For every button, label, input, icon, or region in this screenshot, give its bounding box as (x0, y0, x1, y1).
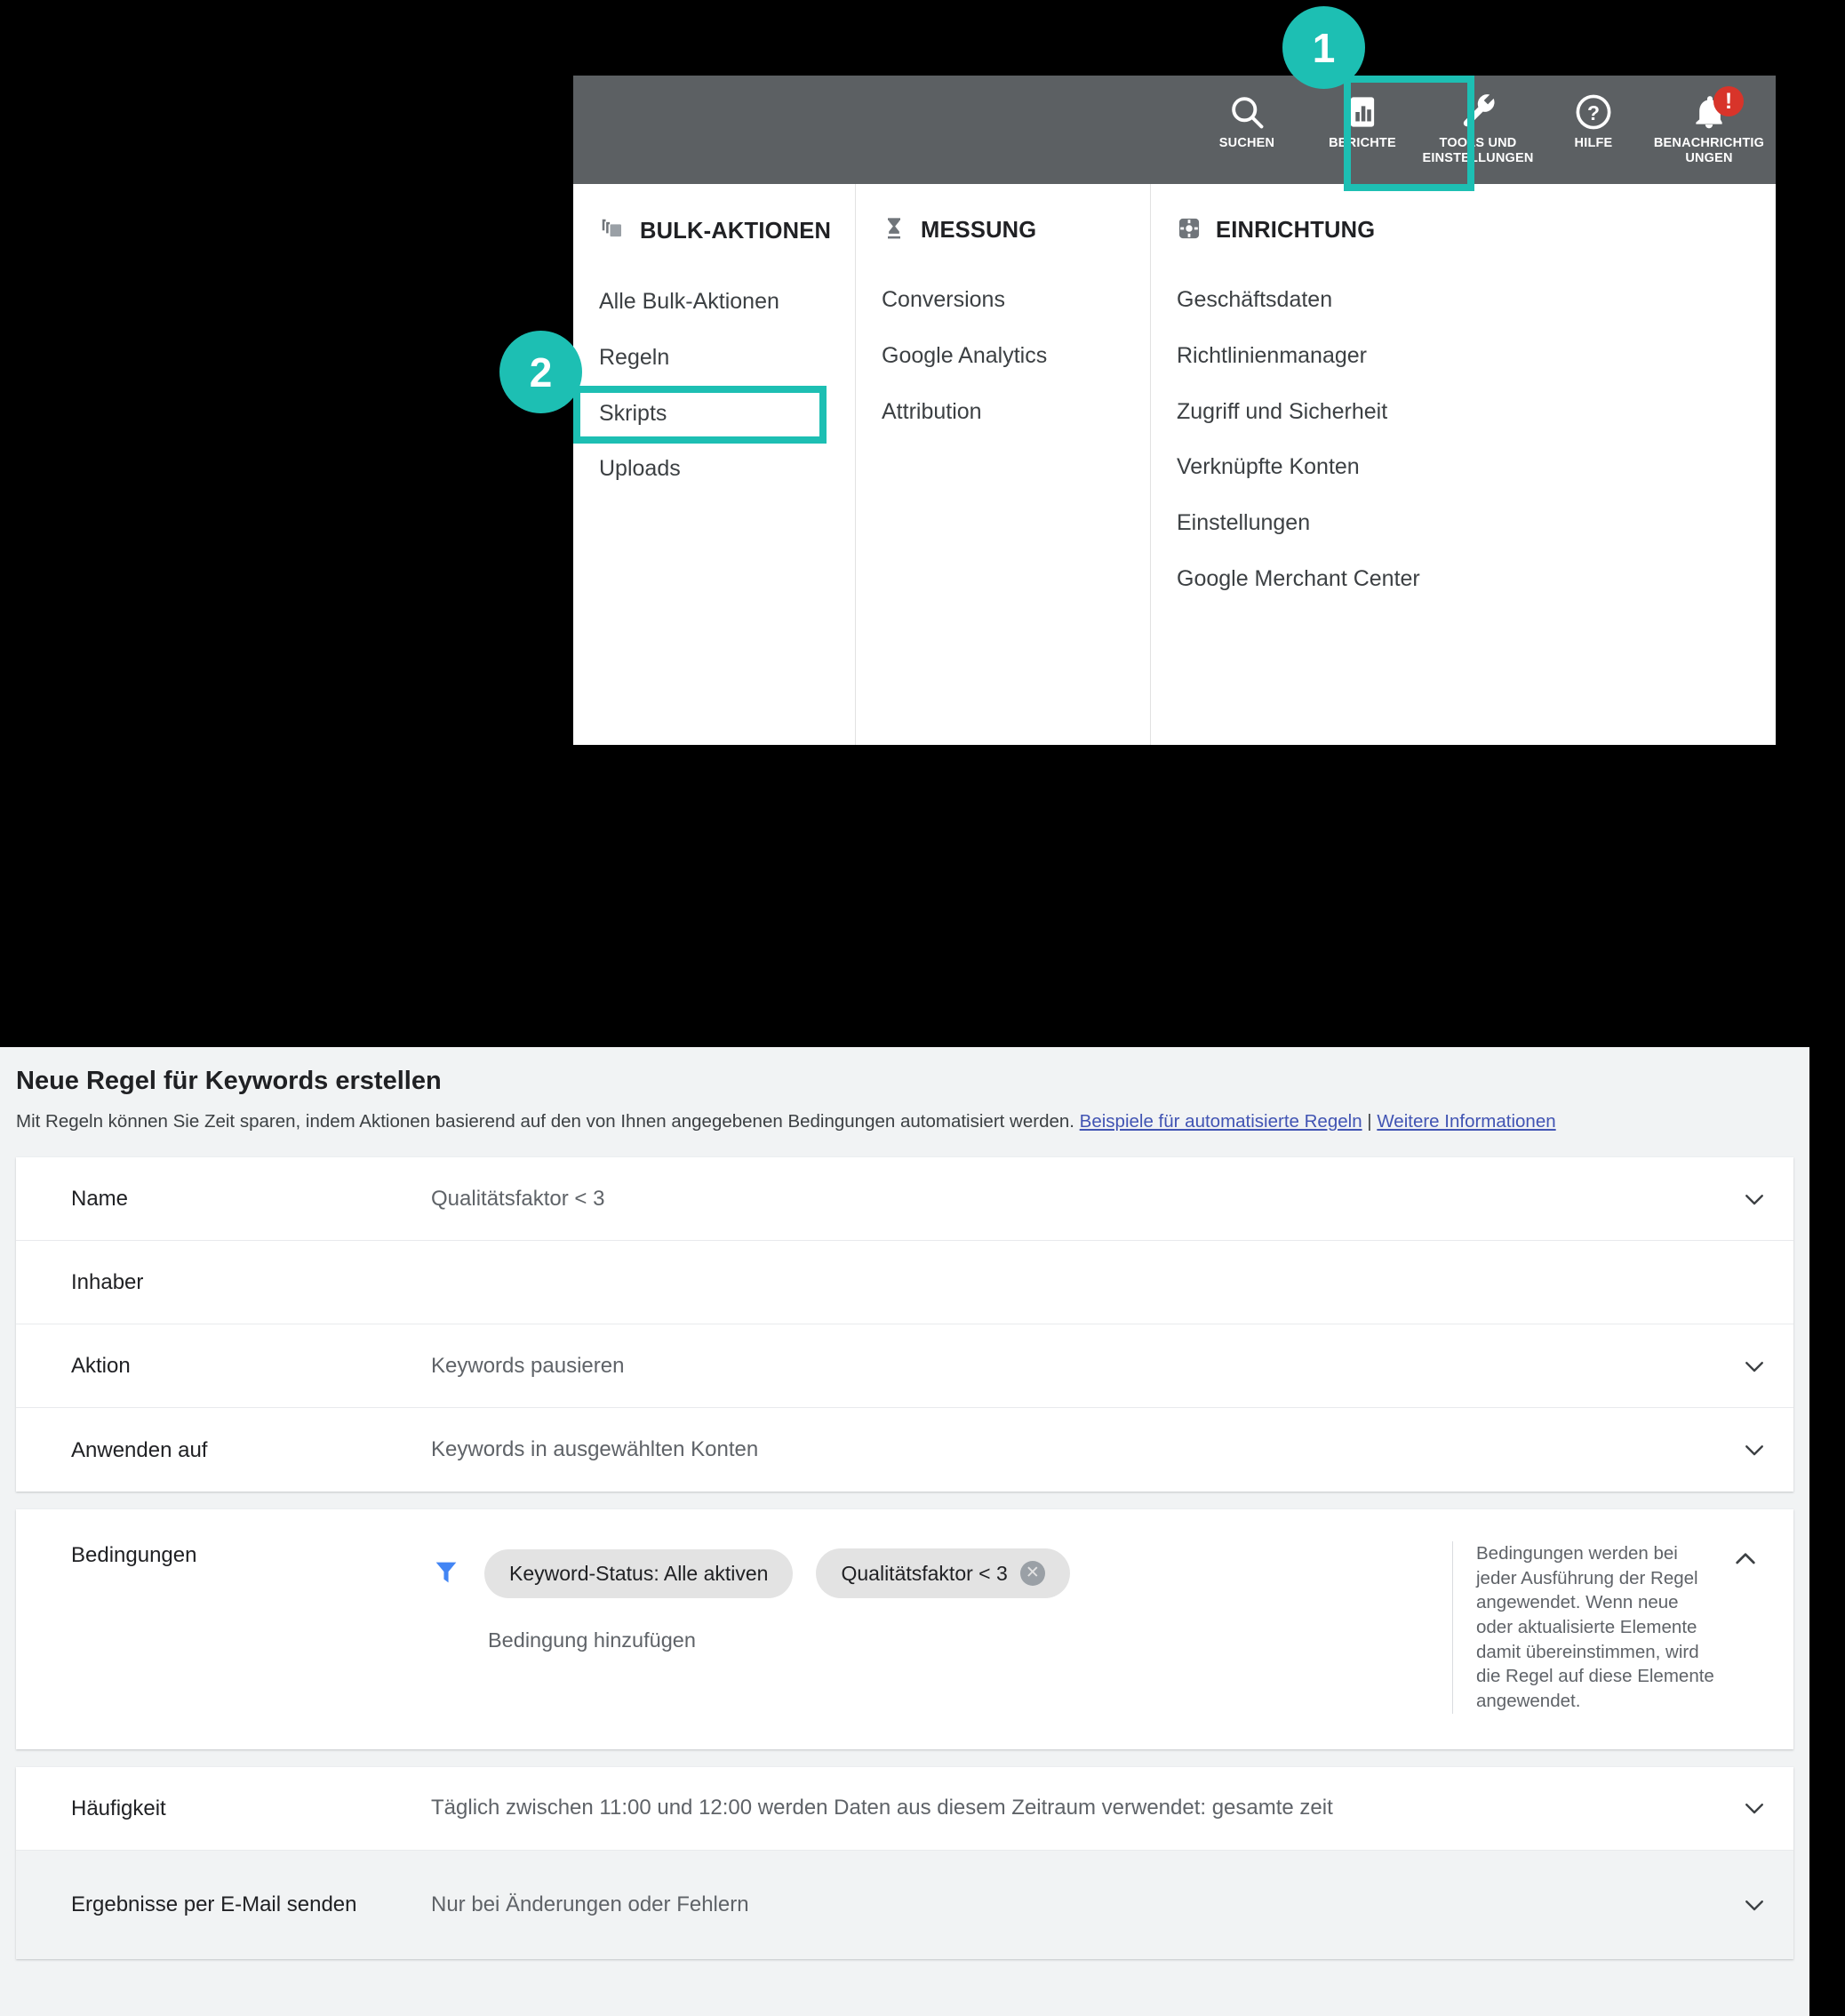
measurement-hourglass-icon (882, 216, 907, 245)
filter-funnel-icon (431, 1548, 461, 1592)
chevron-down-icon[interactable] (1737, 1186, 1772, 1212)
menu-item-richtlinienmanager[interactable]: Richtlinienmanager (1176, 328, 1773, 384)
menu-column-messung: MESSUNG Conversions Google Analytics Att… (856, 184, 1151, 745)
rule-fields-card: Name Qualitätsfaktor < 3 Inhaber Aktion … (16, 1157, 1793, 1492)
top-toolbar: SUCHEN BERICHTE TOOLS UND EINSTELLUNGEN … (573, 76, 1776, 184)
chevron-down-icon[interactable] (1737, 1892, 1772, 1918)
form-row-haeufigkeit[interactable]: Häufigkeit Täglich zwischen 11:00 und 12… (16, 1767, 1793, 1851)
menu-item-skripts[interactable]: Skripts (598, 386, 855, 442)
rule-form-header: Neue Regel für Keywords erstellen Mit Re… (0, 1047, 1809, 1158)
menu-item-regeln[interactable]: Regeln (598, 330, 855, 386)
toolbar-item-hilfe[interactable]: ? HILFE (1536, 76, 1651, 151)
toolbar-item-suchen[interactable]: SUCHEN (1189, 76, 1305, 151)
step-badge-1: 1 (1282, 6, 1365, 89)
page-title: Neue Regel für Keywords erstellen (16, 1067, 442, 1095)
chip-label: Qualitätsfaktor < 3 (841, 1561, 1008, 1585)
row-value: Keywords pausieren (431, 1353, 625, 1378)
toolbar-item-label: TOOLS UND EINSTELLUNGEN (1422, 136, 1534, 165)
wrench-tools-icon (1420, 92, 1536, 132)
menu-item-google-merchant-center[interactable]: Google Merchant Center (1176, 551, 1773, 607)
menu-column-title: BULK-AKTIONEN (640, 219, 832, 244)
form-row-aktion[interactable]: Aktion Keywords pausieren (16, 1324, 1793, 1409)
menu-item-uploads[interactable]: Uploads (598, 441, 855, 497)
menu-column-title: MESSUNG (921, 218, 1037, 243)
row-label: Ergebnisse per E-Mail senden (71, 1892, 357, 1917)
menu-item-zugriff-und-sicherheit[interactable]: Zugriff und Sicherheit (1176, 384, 1773, 440)
menu-item-conversions[interactable]: Conversions (881, 272, 1150, 328)
conditions-help-text: Bedingungen werden bei jeder Ausführung … (1452, 1541, 1719, 1714)
toolbar-item-label: BERICHTE (1329, 136, 1396, 150)
help-question-icon: ? (1536, 92, 1651, 132)
menu-column-header: MESSUNG (881, 216, 1150, 245)
chevron-up-icon[interactable] (1719, 1541, 1772, 1573)
condition-chip-keyword-status[interactable]: Keyword-Status: Alle aktiven (484, 1548, 794, 1598)
conditions-body: Keyword-Status: Alle aktiven Qualitätsfa… (431, 1541, 1452, 1652)
toolbar-item-label: BENACHRICHTIG UNGEN (1653, 136, 1765, 165)
menu-column-bulk-aktionen: BULK-AKTIONEN Alle Bulk-Aktionen Regeln … (573, 184, 856, 745)
form-row-name[interactable]: Name Qualitätsfaktor < 3 (16, 1157, 1793, 1242)
row-label: Inhaber (71, 1270, 144, 1295)
chevron-down-icon[interactable] (1737, 1795, 1772, 1821)
row-value: Täglich zwischen 11:00 und 12:00 werden … (431, 1796, 1333, 1820)
step-badge-2: 2 (499, 331, 582, 413)
chip-remove-icon[interactable]: ✕ (1019, 1561, 1045, 1587)
description-text: Mit Regeln können Sie Zeit sparen, indem… (16, 1111, 1074, 1132)
rule-form-description: Mit Regeln können Sie Zeit sparen, indem… (16, 1108, 1793, 1134)
menu-item-geschaeftsdaten[interactable]: Geschäftsdaten (1176, 272, 1773, 328)
chevron-down-icon[interactable] (1737, 1436, 1772, 1463)
row-label: Bedingungen (71, 1543, 197, 1568)
chevron-down-icon[interactable] (1737, 1353, 1772, 1380)
search-icon (1189, 92, 1305, 132)
toolbar-item-label: HILFE (1574, 136, 1613, 150)
row-label: Name (71, 1187, 129, 1212)
notification-alert-badge: ! (1713, 86, 1744, 116)
row-value: Qualitätsfaktor < 3 (431, 1186, 605, 1211)
menu-item-alle-bulk-aktionen[interactable]: Alle Bulk-Aktionen (598, 274, 855, 330)
row-value: Keywords in ausgewählten Konten (431, 1437, 759, 1462)
link-weitere-informationen[interactable]: Weitere Informationen (1377, 1111, 1555, 1132)
notifications-bell-icon (1651, 92, 1767, 132)
toolbar-item-label: SUCHEN (1218, 136, 1275, 150)
reports-bar-chart-icon (1305, 92, 1420, 132)
form-row-inhaber[interactable]: Inhaber (16, 1241, 1793, 1325)
conditions-chip-list: Keyword-Status: Alle aktiven Qualitätsfa… (484, 1548, 1452, 1599)
google-ads-ui: SUCHEN BERICHTE TOOLS UND EINSTELLUNGEN … (573, 76, 1776, 745)
conditions-card: Bedingungen Keyword-Status: Alle aktiven (16, 1509, 1793, 1749)
menu-item-einstellungen[interactable]: Einstellungen (1176, 495, 1773, 551)
row-label: Häufigkeit (71, 1796, 166, 1820)
conditions-chips-wrap: Keyword-Status: Alle aktiven Qualitätsfa… (484, 1548, 1452, 1652)
menu-column-einrichtung: EINRICHTUNG Geschäftsdaten Richtlinienma… (1151, 184, 1773, 745)
chip-label: Keyword-Status: Alle aktiven (509, 1561, 769, 1585)
rule-creation-panel: Neue Regel für Keywords erstellen Mit Re… (0, 1047, 1809, 2016)
bulk-actions-copies-icon (599, 216, 626, 247)
row-label: Aktion (71, 1354, 131, 1379)
row-value: Nur bei Änderungen oder Fehlern (431, 1892, 749, 1916)
condition-chip-qualitaetsfaktor[interactable]: Qualitätsfaktor < 3 ✕ (816, 1548, 1070, 1599)
menu-column-header: BULK-AKTIONEN (598, 216, 855, 247)
form-row-bedingungen: Bedingungen Keyword-Status: Alle aktiven (16, 1509, 1793, 1749)
add-condition-button[interactable]: Bedingung hinzufügen (488, 1628, 1452, 1652)
screenshot-root: SUCHEN BERICHTE TOOLS UND EINSTELLUNGEN … (0, 0, 1845, 2016)
menu-item-attribution[interactable]: Attribution (881, 384, 1150, 440)
menu-item-google-analytics[interactable]: Google Analytics (881, 328, 1150, 384)
link-separator: | (1367, 1111, 1372, 1132)
svg-text:?: ? (1587, 101, 1600, 124)
frequency-card: Häufigkeit Täglich zwischen 11:00 und 12… (16, 1766, 1793, 1959)
toolbar-item-benachrichtigungen[interactable]: ! BENACHRICHTIG UNGEN (1651, 76, 1767, 165)
setup-gear-icon (1177, 216, 1202, 245)
menu-item-verknuepfte-konten[interactable]: Verknüpfte Konten (1176, 439, 1773, 495)
toolbar-item-tools-und-einstellungen[interactable]: TOOLS UND EINSTELLUNGEN (1420, 76, 1536, 165)
form-row-anwenden-auf[interactable]: Anwenden auf Keywords in ausgewählten Ko… (16, 1408, 1793, 1492)
tools-mega-menu: BULK-AKTIONEN Alle Bulk-Aktionen Regeln … (573, 184, 1776, 745)
row-label: Anwenden auf (71, 1437, 208, 1462)
menu-column-title: EINRICHTUNG (1216, 218, 1376, 243)
link-beispiele-automatisierte-regeln[interactable]: Beispiele für automatisierte Regeln (1080, 1111, 1362, 1132)
form-row-ergebnisse-per-email-senden[interactable]: Ergebnisse per E-Mail senden Nur bei Änd… (16, 1850, 1793, 1959)
menu-column-header: EINRICHTUNG (1176, 216, 1773, 245)
